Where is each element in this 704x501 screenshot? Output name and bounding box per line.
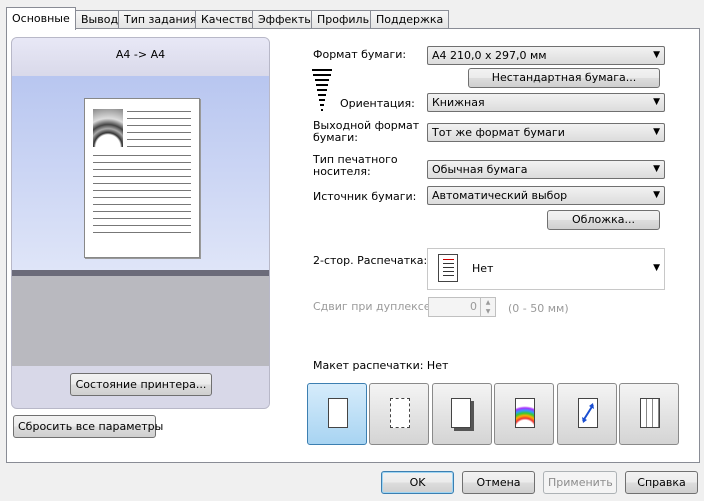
media-type-value: Обычная бумага <box>432 163 528 176</box>
paper-source-select[interactable]: Автоматический выбор ▼ <box>427 186 665 205</box>
chevron-down-icon: ▼ <box>653 263 660 273</box>
preview-text-line <box>93 190 191 191</box>
tab-quality[interactable]: Качество <box>195 10 261 29</box>
duplex-shift-value: 0 <box>470 300 477 313</box>
preview-text-line <box>93 211 191 212</box>
preview-image-thumbnail <box>93 109 123 147</box>
apply-button[interactable]: Применить <box>543 471 617 494</box>
printer-status-button[interactable]: Состояние принтера... <box>70 373 212 396</box>
output-format-select[interactable]: Тот же формат бумаги ▼ <box>427 123 665 142</box>
custom-paper-button[interactable]: Нестандартная бумага... <box>468 68 660 88</box>
duplex-shift-range: (0 - 50 мм) <box>508 302 569 315</box>
tab-job-type[interactable]: Тип задания <box>118 10 203 29</box>
layout-scale-button[interactable] <box>557 383 617 445</box>
preview-text-line <box>93 225 191 226</box>
paper-source-label: Источник бумаги: <box>313 190 417 203</box>
layout-poster-button[interactable] <box>494 383 554 445</box>
chevron-down-icon: ▼ <box>653 127 660 137</box>
preview-text-line <box>93 176 191 177</box>
preview-text-line <box>127 139 191 140</box>
chevron-down-icon: ▼ <box>653 190 660 200</box>
rainbow-image-icon <box>515 398 535 428</box>
preview-text-line <box>93 183 191 184</box>
preview-caption: A4 -> A4 <box>12 38 269 76</box>
layout-none-button[interactable] <box>307 383 367 445</box>
tab-panel-basic: A4 -> A4 Состояние принтера... Формат бу… <box>6 28 700 463</box>
duplex-shift-stepper[interactable]: 0 ▲ ▼ <box>428 297 496 317</box>
stepper-arrows-icon[interactable]: ▲ ▼ <box>480 298 495 316</box>
duplex-value: Нет <box>472 262 494 275</box>
media-type-label-line2: носителя: <box>313 165 371 178</box>
tab-output[interactable]: Вывод <box>75 10 125 29</box>
cover-button[interactable]: Обложка... <box>547 210 660 230</box>
orientation-value: Книжная <box>432 96 485 109</box>
cancel-button[interactable]: Отмена <box>462 471 535 494</box>
duplex-shift-label: Сдвиг при дуплексе: <box>313 300 435 313</box>
paper-format-value: A4 210,0 x 297,0 мм <box>432 49 547 62</box>
orientation-select[interactable]: Книжная ▼ <box>427 93 665 112</box>
preview-text-line <box>127 111 191 112</box>
booklet-icon <box>451 398 471 428</box>
preview-text-line <box>127 146 191 147</box>
preview-tray <box>12 276 269 366</box>
section-divider <box>305 147 659 148</box>
layout-grid-button[interactable] <box>619 383 679 445</box>
print-preview: A4 -> A4 Состояние принтера... <box>11 37 270 409</box>
single-sided-document-icon <box>438 254 458 282</box>
layout-split-button[interactable] <box>369 383 429 445</box>
preview-text-line <box>127 132 191 133</box>
ok-button[interactable]: OK <box>381 471 454 494</box>
preview-text-line <box>93 204 191 205</box>
preview-text-line <box>93 162 191 163</box>
chevron-down-icon: ▼ <box>653 50 660 60</box>
tab-profile[interactable]: Профиль <box>311 10 376 29</box>
tab-basic[interactable]: Основные <box>6 7 76 30</box>
preview-text-line <box>127 118 191 119</box>
tab-support[interactable]: Поддержка <box>370 10 450 29</box>
output-format-label-line2: бумаги: <box>313 131 358 144</box>
paper-format-label: Формат бумаги: <box>313 48 407 61</box>
media-type-label: Тип печатного носителя: <box>313 154 398 178</box>
layout-label: Макет распечатки: Нет <box>313 359 449 372</box>
orientation-label: Ориентация: <box>340 97 415 110</box>
output-format-value: Тот же формат бумаги <box>432 126 565 139</box>
paper-format-select[interactable]: A4 210,0 x 297,0 мм ▼ <box>427 46 665 65</box>
preview-text-line <box>93 155 191 156</box>
preview-text-line <box>93 232 191 233</box>
section-divider <box>305 237 659 238</box>
split-page-icon <box>390 398 410 428</box>
layout-booklet-button[interactable] <box>432 383 492 445</box>
preview-page <box>84 98 200 258</box>
preview-text-line <box>127 125 191 126</box>
duplex-label: 2-стор. Распечатка: <box>313 254 428 267</box>
paper-source-value: Автоматический выбор <box>432 189 568 202</box>
single-page-icon <box>328 398 348 428</box>
media-type-select[interactable]: Обычная бумага ▼ <box>427 160 665 179</box>
preview-text-line <box>93 197 191 198</box>
preview-text-line <box>93 169 191 170</box>
duplex-select[interactable]: Нет ▼ <box>427 248 665 290</box>
chevron-down-icon: ▼ <box>653 97 660 107</box>
scale-arrows-icon <box>578 398 598 428</box>
output-format-label: Выходной формат бумаги: <box>313 120 419 144</box>
chevron-down-icon: ▼ <box>653 164 660 174</box>
orientation-funnel-icon <box>312 69 332 111</box>
help-button[interactable]: Справка <box>625 471 698 494</box>
grid-pages-icon <box>640 398 660 428</box>
preview-text-line <box>93 218 191 219</box>
reset-all-button[interactable]: Сбросить все параметры <box>13 415 163 438</box>
tab-effects[interactable]: Эффекты <box>252 10 319 29</box>
section-divider <box>305 344 659 345</box>
